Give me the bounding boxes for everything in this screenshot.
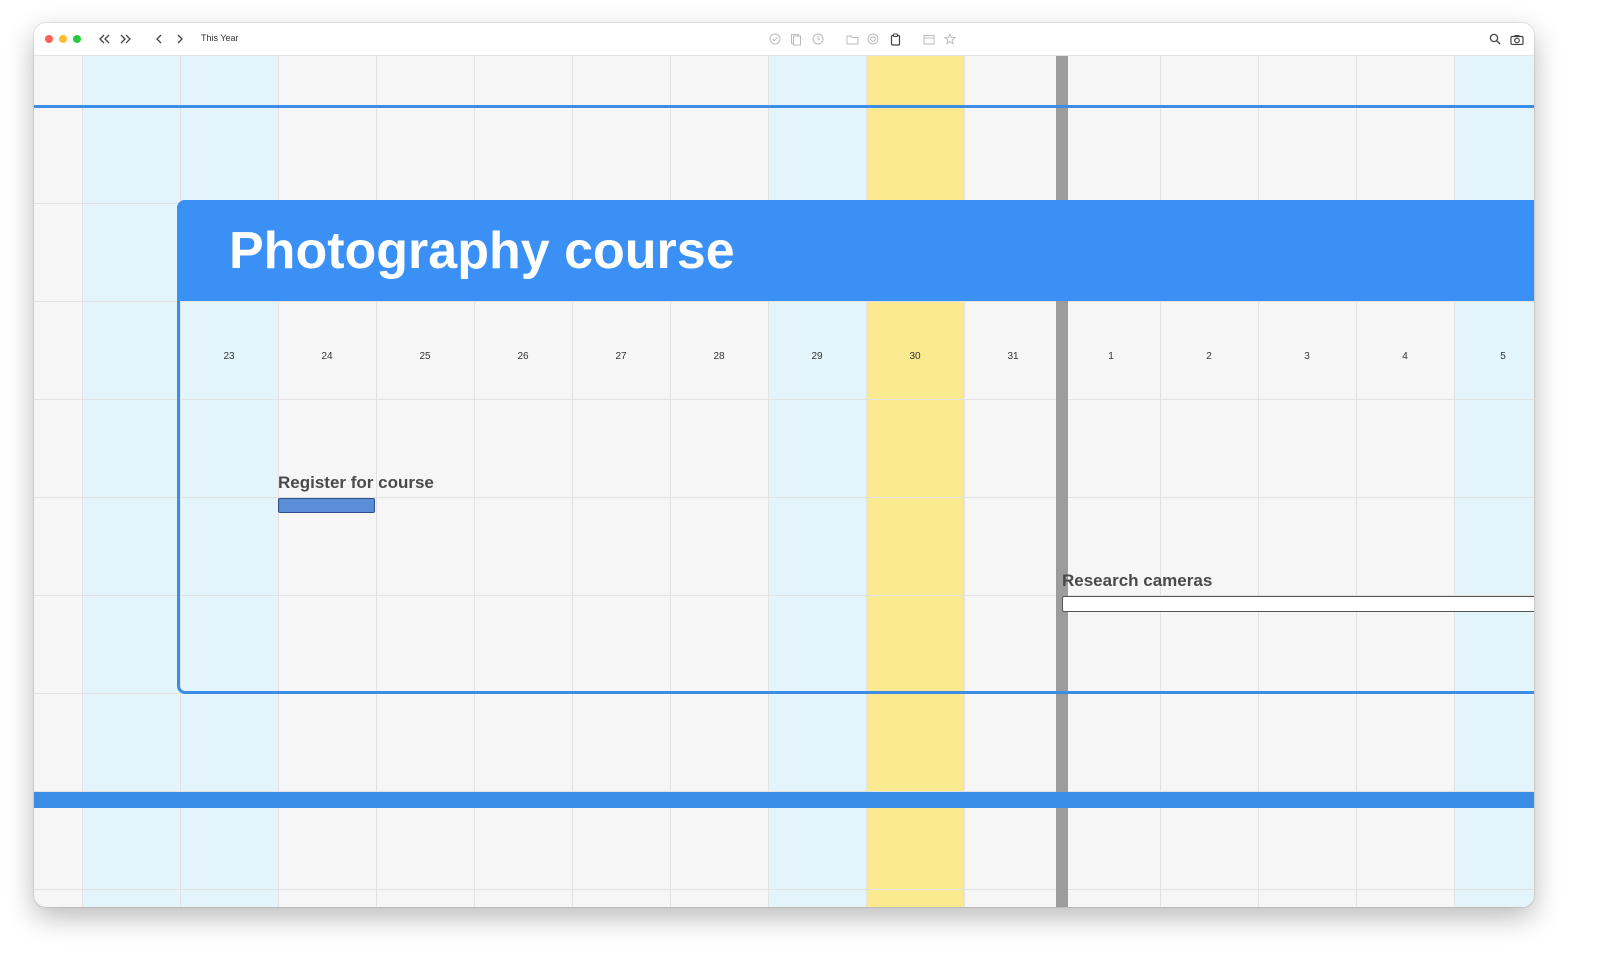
day-label-today: 30 [909, 351, 921, 362]
grid-line [34, 889, 1534, 890]
day-label: 27 [615, 351, 627, 362]
camera-icon[interactable] [1509, 30, 1525, 48]
double-chevron-left-icon[interactable] [98, 30, 112, 48]
target-icon[interactable] [866, 30, 880, 48]
day-label: 29 [811, 351, 823, 362]
close-window-button[interactable] [45, 35, 53, 43]
task-label[interactable]: Research cameras [1062, 571, 1212, 591]
day-label: 23 [223, 351, 235, 362]
zoom-window-button[interactable] [73, 35, 81, 43]
clipboard-icon[interactable] [888, 30, 902, 48]
task-bar-research[interactable] [1062, 596, 1534, 612]
timeline-grid[interactable]: Photography course 23 24 25 26 27 28 29 … [34, 55, 1534, 907]
day-label: 2 [1206, 351, 1212, 362]
documents-icon[interactable] [789, 30, 803, 48]
day-label: 5 [1500, 351, 1506, 362]
task-bar-register[interactable] [278, 498, 375, 513]
app-window: This Year Photography course 23 24 25 26… [34, 23, 1534, 907]
project-band[interactable] [34, 792, 1534, 808]
clock-circle-icon[interactable] [811, 30, 825, 48]
day-label: 3 [1304, 351, 1310, 362]
project-line [34, 105, 1534, 108]
toolbar: This Year [34, 23, 1534, 56]
project-header[interactable]: Photography course [177, 200, 1534, 301]
chevron-right-icon[interactable] [174, 30, 186, 48]
chevron-left-icon[interactable] [153, 30, 165, 48]
checkmark-circle-icon[interactable] [768, 30, 782, 48]
day-label: 4 [1402, 351, 1408, 362]
star-icon[interactable] [943, 30, 957, 48]
minimize-window-button[interactable] [59, 35, 67, 43]
grid-line [82, 55, 83, 907]
search-icon[interactable] [1488, 30, 1502, 48]
view-title[interactable]: This Year [201, 33, 239, 43]
day-label: 24 [321, 351, 333, 362]
day-label: 1 [1108, 351, 1114, 362]
day-label: 28 [713, 351, 725, 362]
double-chevron-right-icon[interactable] [118, 30, 132, 48]
day-label: 26 [517, 351, 529, 362]
day-label: 25 [419, 351, 431, 362]
calendar-icon[interactable] [922, 30, 936, 48]
task-label[interactable]: Register for course [278, 473, 434, 493]
day-label: 31 [1007, 351, 1019, 362]
project-title: Photography course [229, 222, 735, 280]
folder-icon[interactable] [845, 30, 859, 48]
